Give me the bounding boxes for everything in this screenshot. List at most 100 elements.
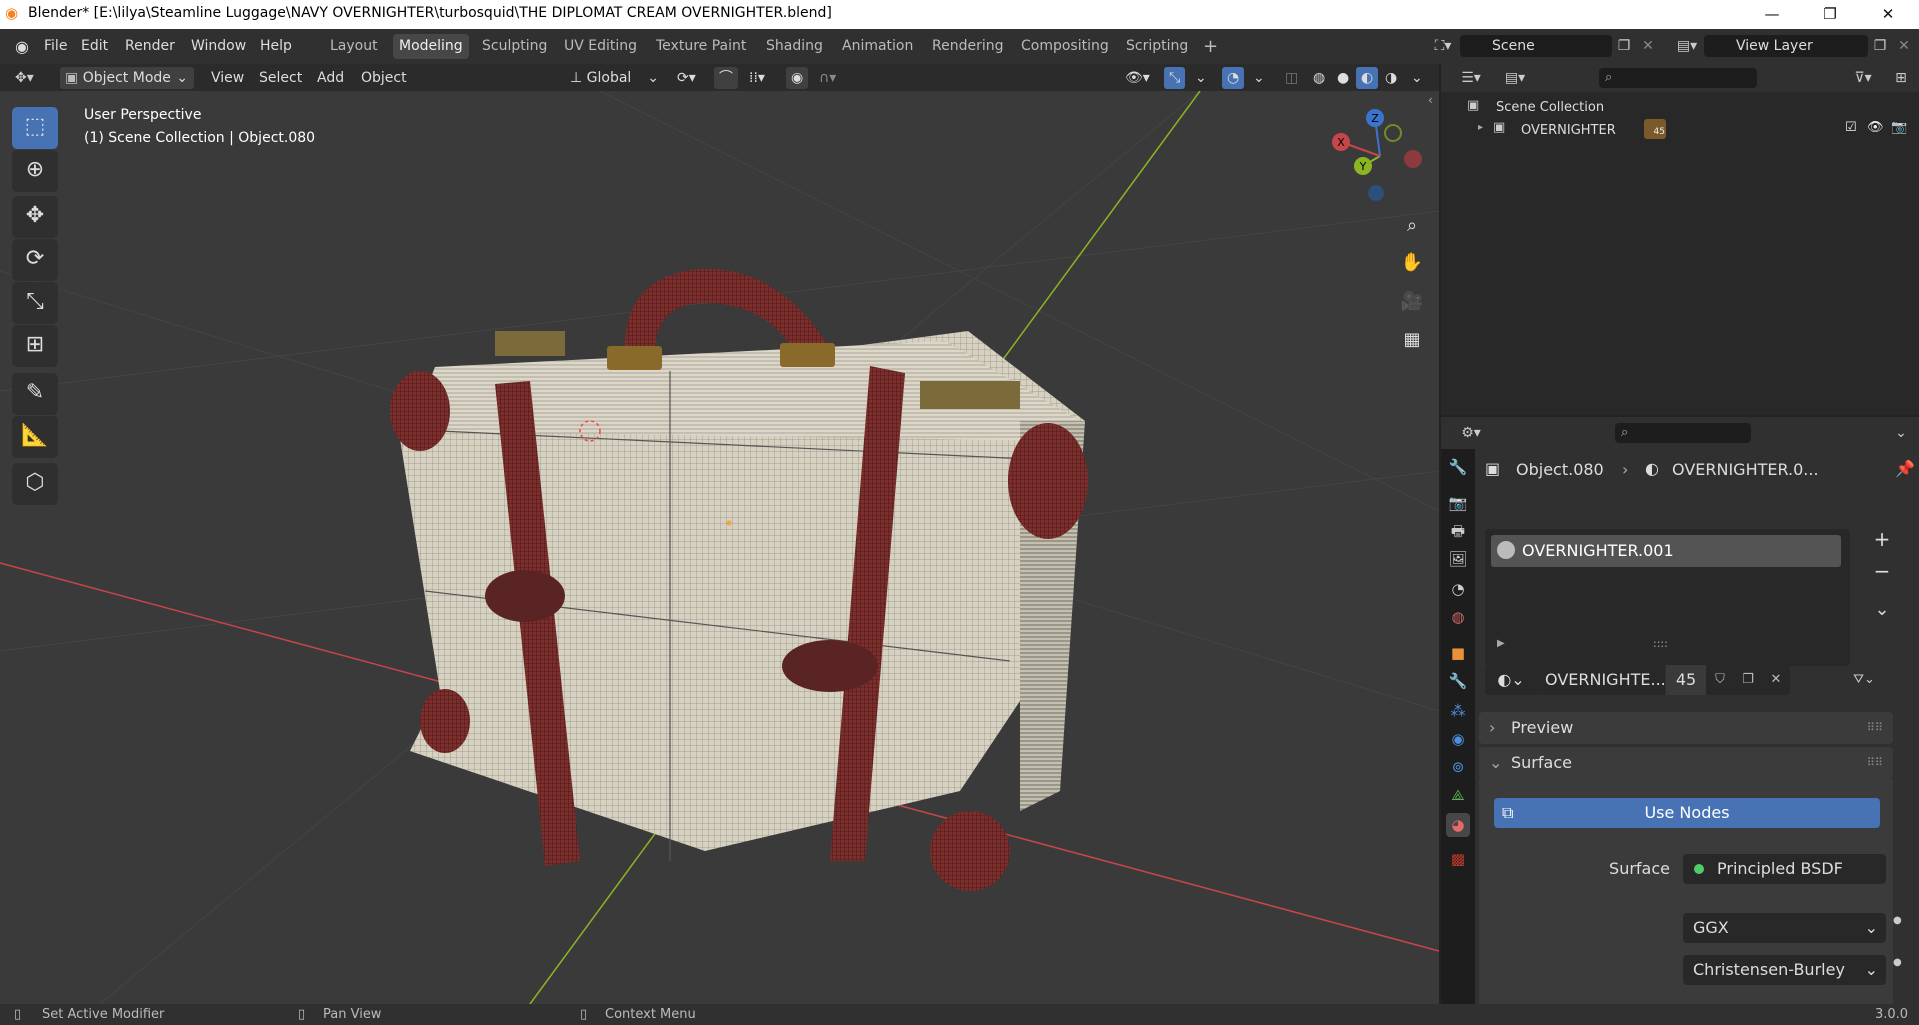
eye-icon[interactable]: 👁 <box>1867 120 1884 135</box>
subsurface-method-dropdown[interactable]: Christensen-Burley ⌄ <box>1683 955 1886 985</box>
texture-tab-icon[interactable]: ▩ <box>1446 847 1470 871</box>
expand-arrow-icon[interactable]: ▸ <box>1478 122 1483 133</box>
restore-button[interactable]: ❐ <box>1807 0 1853 29</box>
zoom-icon[interactable]: ⌕ <box>1397 211 1427 241</box>
render-camera-icon[interactable]: 📷 <box>1891 120 1907 135</box>
add-slot-button[interactable]: + <box>1866 527 1898 557</box>
remove-view-layer-icon[interactable]: ✕ <box>1894 35 1914 57</box>
move-tool-icon[interactable]: ✥ <box>12 196 58 238</box>
rotate-tool-icon[interactable]: ⟳ <box>12 239 58 281</box>
properties-search-input[interactable]: ⌕ <box>1615 423 1751 443</box>
tool-tab-icon[interactable]: 🔧 <box>1446 455 1470 479</box>
browse-material-icon[interactable]: ◐⌄ <box>1485 665 1537 695</box>
menu-select[interactable]: Select <box>254 67 307 89</box>
new-collection-icon[interactable]: ⊞ <box>1889 67 1913 89</box>
sidebar-toggle-icon[interactable]: ‹ <box>1428 93 1433 107</box>
editor-type-icon[interactable]: ✥▾ <box>10 67 39 89</box>
add-workspace-button[interactable]: + <box>1197 34 1224 59</box>
particles-tab-icon[interactable]: ⁂ <box>1446 699 1470 723</box>
gizmo-dropdown-icon[interactable]: ⌄ <box>1190 67 1212 89</box>
rendered-shading-icon[interactable]: ◑ <box>1380 67 1402 89</box>
pin-icon[interactable]: 📌 <box>1895 459 1915 478</box>
view-layer-field[interactable]: View Layer <box>1704 35 1868 57</box>
tab-shading[interactable]: Shading <box>760 34 829 59</box>
visibility-icon[interactable]: 👁▾ <box>1120 67 1155 89</box>
physics-tab-icon[interactable]: ◉ <box>1446 727 1470 751</box>
ortho-toggle-icon[interactable]: ▦ <box>1397 325 1427 355</box>
mode-dropdown[interactable]: ▣ Object Mode ⌄ <box>60 67 194 89</box>
distribution-dropdown[interactable]: GGX ⌄ <box>1683 913 1886 943</box>
material-name-field[interactable]: OVERNIGHTE... <box>1537 665 1666 695</box>
add-cube-tool-icon[interactable]: ⬡ <box>12 463 58 505</box>
modifier-tab-icon[interactable]: 🔧 <box>1446 669 1470 693</box>
tab-scripting[interactable]: Scripting <box>1120 34 1194 59</box>
select-box-tool-icon[interactable]: ⬚ <box>12 107 58 149</box>
data-tab-icon[interactable]: ⟁ <box>1446 783 1470 807</box>
remove-slot-button[interactable]: − <box>1866 559 1898 589</box>
tab-animation[interactable]: Animation <box>836 34 919 59</box>
outliner-search-input[interactable]: ⌕ <box>1599 68 1757 88</box>
tab-compositing[interactable]: Compositing <box>1015 34 1115 59</box>
menu-render[interactable]: Render <box>119 36 181 57</box>
use-nodes-button[interactable]: ⧉ Use Nodes <box>1494 798 1880 828</box>
camera-view-icon[interactable]: 🎥 <box>1397 287 1427 317</box>
xray-toggle-icon[interactable]: ◫ <box>1280 67 1303 89</box>
scene-tab-icon[interactable]: ◔ <box>1446 577 1470 601</box>
scene-name-field[interactable]: Scene <box>1460 35 1612 57</box>
unlink-material-icon[interactable]: ✕ <box>1762 665 1790 695</box>
minimize-button[interactable]: — <box>1749 0 1795 29</box>
transform-tool-icon[interactable]: ⊞ <box>12 325 58 367</box>
overlay-dropdown-icon[interactable]: ⌄ <box>1248 67 1270 89</box>
pan-hand-icon[interactable]: ✋ <box>1397 248 1427 278</box>
copy-view-layer-icon[interactable]: ❐ <box>1870 35 1890 57</box>
cursor-tool-icon[interactable]: ⊕ <box>12 150 58 192</box>
snap-toggle-icon[interactable]: ⌒ <box>714 67 738 89</box>
options-chevron-icon[interactable]: ⌄ <box>1891 422 1911 444</box>
filter-icon[interactable]: ⊽▾ <box>1845 67 1881 89</box>
scene-collection-label[interactable]: Scene Collection <box>1496 100 1604 115</box>
proportional-edit-icon[interactable]: ◉ <box>786 67 809 89</box>
scale-tool-icon[interactable]: ⤡ <box>12 282 58 324</box>
tab-layout[interactable]: Layout <box>324 34 384 59</box>
annotate-tool-icon[interactable]: ✎ <box>12 373 58 415</box>
display-mode-icon[interactable]: ▤▾ <box>1497 67 1533 89</box>
render-tab-icon[interactable]: 📷 <box>1446 491 1470 515</box>
output-tab-icon[interactable]: 🖶 <box>1446 519 1470 543</box>
tab-sculpting[interactable]: Sculpting <box>476 34 553 59</box>
gizmo-toggle-icon[interactable]: ⤡ <box>1164 67 1186 89</box>
navigation-gizmo[interactable]: Z Y X <box>1325 106 1435 206</box>
overlay-toggle-icon[interactable]: ◔ <box>1222 67 1245 89</box>
falloff-icon[interactable]: ∩▾ <box>814 67 841 89</box>
duplicate-material-icon[interactable]: ❐ <box>1734 665 1762 695</box>
scene-selector-icon[interactable]: ⛶▾ <box>1428 35 1458 57</box>
remove-scene-icon[interactable]: ✕ <box>1638 35 1658 57</box>
outliner-item-overnighter[interactable]: OVERNIGHTER <box>1521 123 1616 138</box>
blender-menu-icon[interactable]: ◉ <box>12 37 32 57</box>
menu-object[interactable]: Object <box>356 67 412 89</box>
orientation-dropdown[interactable]: ⊥ Global ⌄ <box>565 67 663 89</box>
close-window-button[interactable]: ✕ <box>1865 0 1911 29</box>
shading-dropdown-icon[interactable]: ⌄ <box>1406 67 1428 89</box>
surface-panel-header[interactable]: ⌄ Surface ⠿⠿ <box>1479 747 1893 779</box>
wireframe-shading-icon[interactable]: ◍ <box>1308 67 1330 89</box>
material-tab-icon[interactable]: ◕ <box>1446 813 1470 837</box>
copy-scene-icon[interactable]: ❐ <box>1614 35 1634 57</box>
object-tab-icon[interactable]: ■ <box>1446 641 1470 665</box>
menu-edit[interactable]: Edit <box>75 36 114 57</box>
snap-target-icon[interactable]: ⁞⁞▾ <box>744 67 770 89</box>
slot-resize-handle[interactable]: :::: <box>1653 637 1668 650</box>
slot-expand-icon[interactable]: ▶ <box>1497 638 1505 649</box>
tab-modeling[interactable]: Modeling <box>393 34 469 59</box>
menu-help[interactable]: Help <box>254 36 298 57</box>
constraints-tab-icon[interactable]: ⊚ <box>1446 755 1470 779</box>
editor-type-icon[interactable]: ☰▾ <box>1453 67 1489 89</box>
solid-shading-icon[interactable]: ● <box>1332 67 1354 89</box>
preview-panel-header[interactable]: › Preview ⠿⠿ <box>1479 712 1893 744</box>
material-shading-icon[interactable]: ◐ <box>1356 67 1379 89</box>
fake-user-icon[interactable]: ⛉ <box>1706 665 1734 695</box>
measure-tool-icon[interactable]: 📐 <box>12 416 58 458</box>
link-type-icon[interactable]: ⛛⌄ <box>1839 665 1889 695</box>
tab-texture-paint[interactable]: Texture Paint <box>650 34 752 59</box>
view-layer-selector-icon[interactable]: ▤▾ <box>1672 35 1702 57</box>
editor-type-icon[interactable]: ⚙▾ <box>1453 422 1489 444</box>
